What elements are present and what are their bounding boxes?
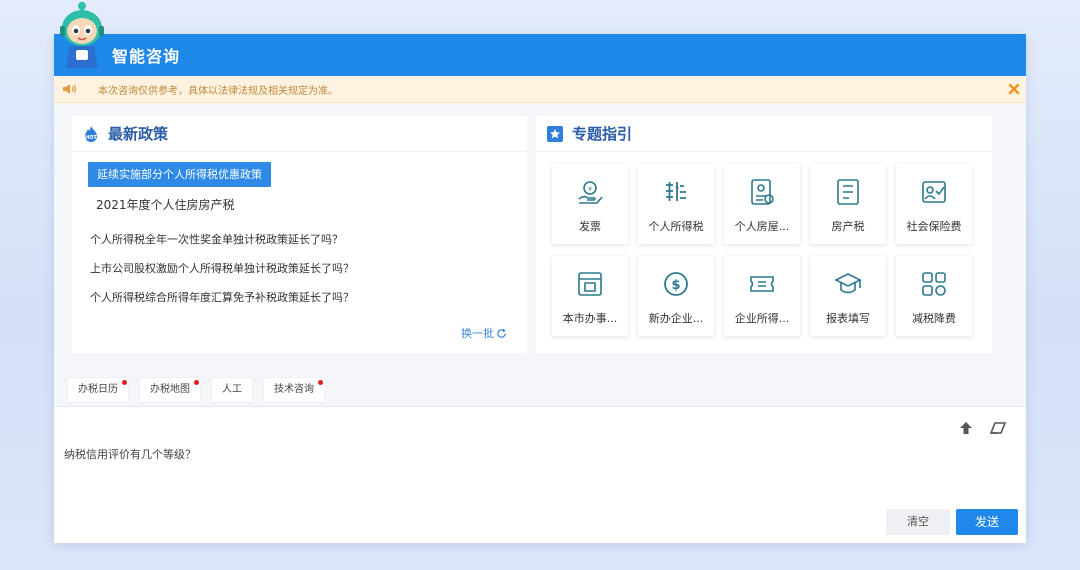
topic-tile-enterprise-income[interactable]: 企业所得... xyxy=(724,256,800,336)
topic-label: 新办企业... xyxy=(648,312,704,325)
property-tax-icon xyxy=(833,177,863,207)
chip-tax-map[interactable]: 办税地图 xyxy=(140,378,200,402)
topic-tile-new-enterprise[interactable]: $ 新办企业... xyxy=(638,256,714,336)
badge-dot xyxy=(122,380,127,385)
window-title: 智能咨询 xyxy=(112,47,181,66)
graduation-cap-icon xyxy=(833,269,863,299)
topic-label: 个人房屋... xyxy=(734,220,790,233)
city-affairs-icon xyxy=(575,269,605,299)
topic-label: 社会保险费 xyxy=(906,220,962,233)
latest-policy-panel: HOT 最新政策 延续实施部分个人所得税优惠政策 2021年度个人住房房产税 个… xyxy=(72,116,527,353)
topic-tile-personal-housing[interactable]: 个人房屋... xyxy=(724,164,800,244)
clear-button[interactable]: 清空 xyxy=(886,509,950,535)
topic-tile-tax-reduction[interactable]: 减税降费 xyxy=(896,256,972,336)
speaker-icon xyxy=(62,83,80,95)
policy-question-item[interactable]: 个人所得税综合所得年度汇算免予补税政策延长了吗？ xyxy=(72,283,527,312)
notice-text: 本次咨询仅供参考，具体以法律法规及相关规定为准。 xyxy=(98,85,338,97)
badge-dot xyxy=(318,380,323,385)
svg-text:¥: ¥ xyxy=(588,186,592,193)
topic-tile-property-tax[interactable]: 房产税 xyxy=(810,164,886,244)
social-insurance-icon xyxy=(919,177,949,207)
mascot-avatar xyxy=(56,2,108,70)
chip-label: 技术咨询 xyxy=(274,384,314,395)
topic-guide-header: 专题指引 xyxy=(536,116,992,152)
policy-question-list: 个人所得税全年一次性奖金单独计税政策延长了吗？ 上市公司股权激励个人所得税单独计… xyxy=(72,225,527,312)
policy-tab-active[interactable]: 延续实施部分个人所得税优惠政策 xyxy=(88,162,271,187)
badge-dot xyxy=(194,380,199,385)
star-icon xyxy=(546,125,564,143)
topic-label: 发票 xyxy=(579,220,601,233)
grid-apps-icon xyxy=(919,269,949,299)
latest-policy-header: HOT 最新政策 xyxy=(72,116,527,152)
svg-text:$: $ xyxy=(671,278,680,293)
policy-tab-housing[interactable]: 2021年度个人住房房产税 xyxy=(88,193,527,217)
personal-tax-icon xyxy=(661,177,691,207)
topic-guide-panel: 专题指引 ¥ 发票 个人所得税 个人房屋... 房产税 社会保险费 本市办事..… xyxy=(536,116,992,353)
chip-tax-calendar[interactable]: 办税日历 xyxy=(68,378,128,402)
chip-label: 人工 xyxy=(222,384,242,395)
notice-bar: 本次咨询仅供参考，具体以法律法规及相关规定为准。 xyxy=(54,76,1026,103)
topic-label: 企业所得... xyxy=(734,312,790,325)
chip-tech-support[interactable]: 技术咨询 xyxy=(264,378,324,402)
send-button[interactable]: 发送 xyxy=(956,509,1018,535)
refresh-icon xyxy=(497,328,506,338)
topic-tile-city-affairs[interactable]: 本市办事... xyxy=(552,256,628,336)
chip-human-agent[interactable]: 人工 xyxy=(212,378,252,402)
topic-label: 房产税 xyxy=(831,220,865,233)
ticket-icon xyxy=(747,269,777,299)
chip-label: 办税日历 xyxy=(78,384,118,395)
topic-tile-report-filling[interactable]: 报表填写 xyxy=(810,256,886,336)
house-document-icon xyxy=(747,177,777,207)
topic-label: 个人所得税 xyxy=(648,220,704,233)
refresh-label: 换一批 xyxy=(461,327,494,340)
chat-window: 智能咨询 本次咨询仅供参考，具体以法律法规及相关规定为准。 HOT 最新政策 延… xyxy=(54,34,1026,543)
topic-guide-title: 专题指引 xyxy=(572,125,633,143)
topic-tile-personal-income-tax[interactable]: 个人所得税 xyxy=(638,164,714,244)
invoice-icon: ¥ xyxy=(575,177,605,207)
chip-label: 办税地图 xyxy=(150,384,190,395)
svg-text:HOT: HOT xyxy=(85,135,97,141)
arrow-up-icon[interactable] xyxy=(958,420,974,436)
topic-label: 减税降费 xyxy=(912,312,956,325)
refresh-button[interactable]: 换一批 xyxy=(461,325,507,341)
policy-question-item[interactable]: 上市公司股权激励个人所得税单独计税政策延长了吗？ xyxy=(72,254,527,283)
eraser-icon[interactable] xyxy=(988,420,1008,436)
message-input-area: 清空 发送 xyxy=(54,406,1026,543)
topic-tile-invoice[interactable]: ¥ 发票 xyxy=(552,164,628,244)
close-icon[interactable] xyxy=(1006,81,1022,97)
policy-question-item[interactable]: 个人所得税全年一次性奖金单独计税政策延长了吗？ xyxy=(72,225,527,254)
title-bar: 智能咨询 xyxy=(54,34,1026,76)
quick-links: 办税日历 办税地图 人工 技术咨询 xyxy=(68,378,336,402)
dollar-coin-icon: $ xyxy=(661,269,691,299)
message-input[interactable] xyxy=(62,443,926,465)
flame-icon: HOT xyxy=(82,125,100,143)
topic-tile-social-insurance[interactable]: 社会保险费 xyxy=(896,164,972,244)
topic-label: 报表填写 xyxy=(826,312,870,325)
topic-label: 本市办事... xyxy=(562,312,618,325)
latest-policy-title: 最新政策 xyxy=(108,125,169,143)
